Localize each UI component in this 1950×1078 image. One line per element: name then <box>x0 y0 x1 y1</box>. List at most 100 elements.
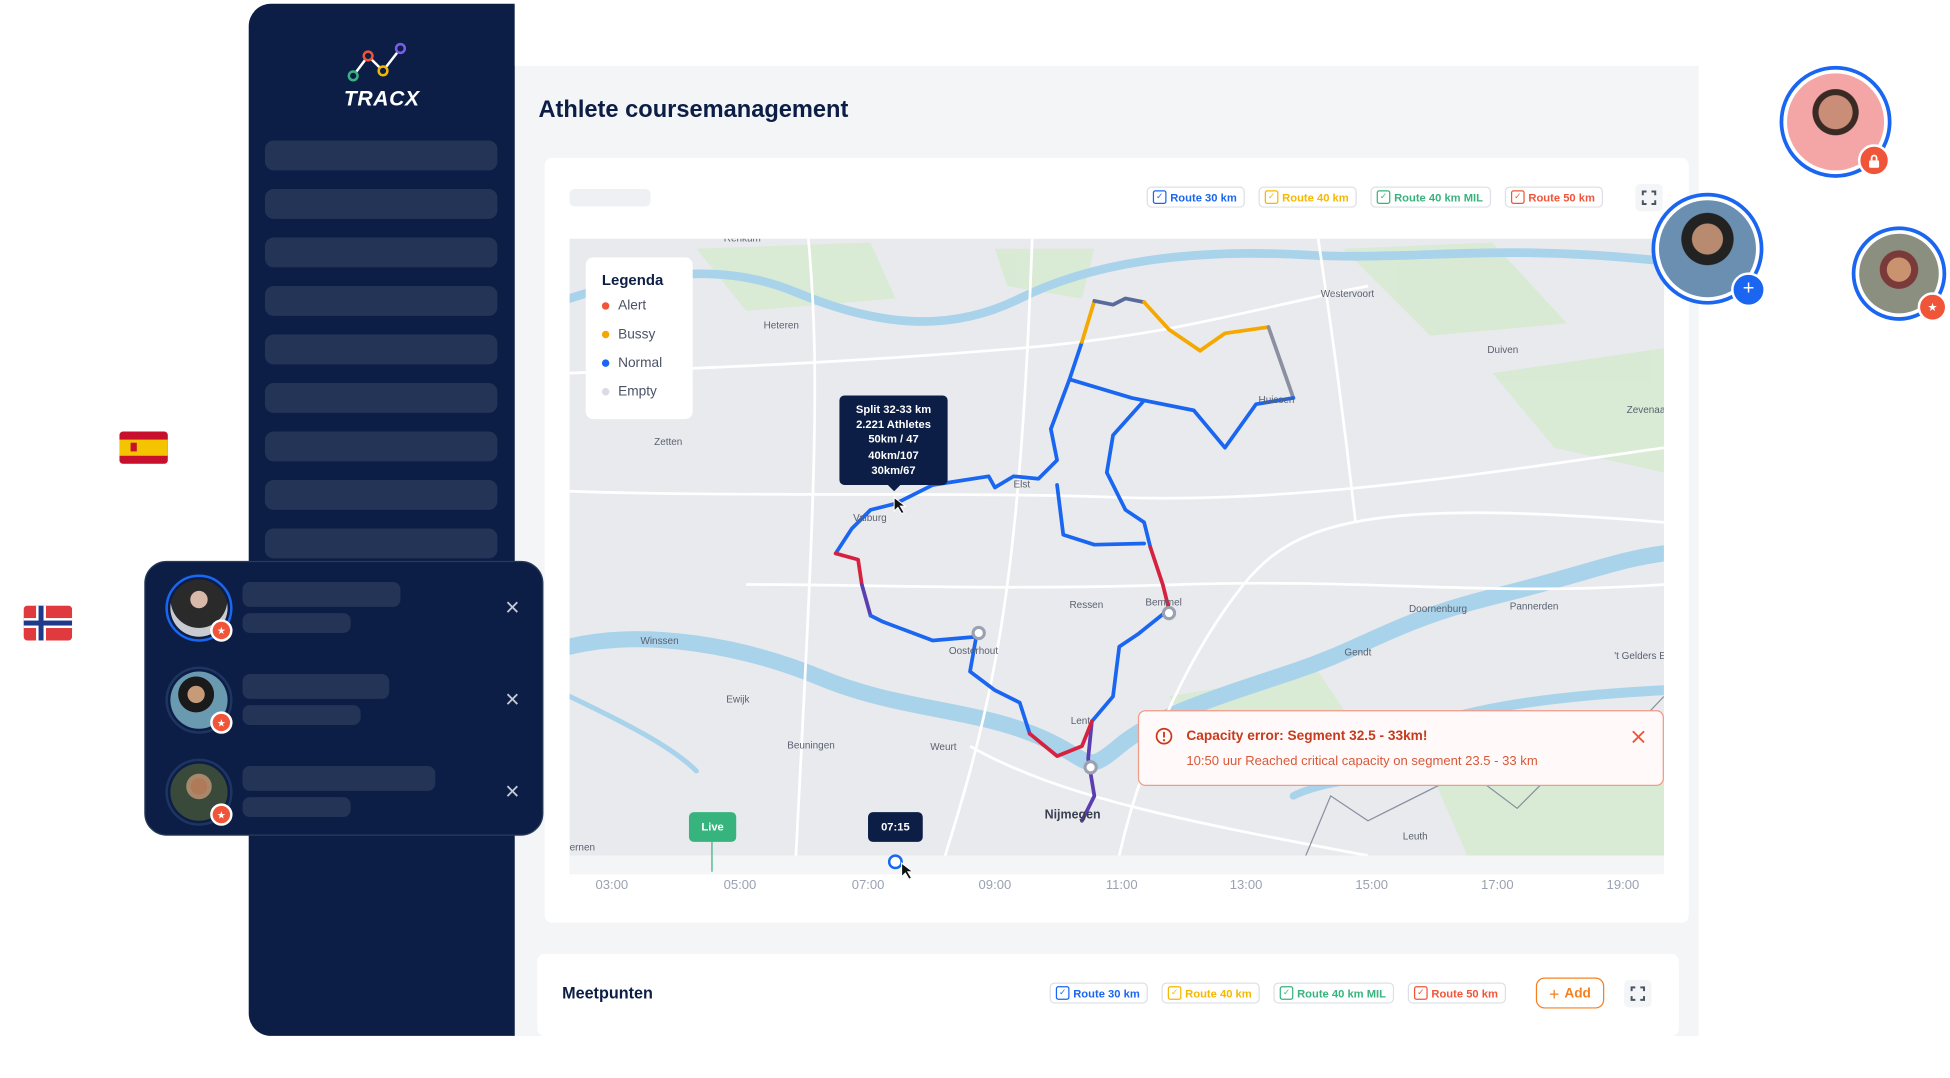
tooltip-line: 50km / 47 <box>868 433 919 446</box>
norway-flag-icon[interactable] <box>23 605 73 641</box>
legend-item: Bussy <box>601 327 655 342</box>
map-place-label: Lent <box>1070 715 1091 727</box>
legend-label: Normal <box>618 355 663 371</box>
fullscreen-button[interactable] <box>1635 184 1663 212</box>
star-icon: ★ <box>1917 292 1948 323</box>
route-filter-chip[interactable]: ✓ Route 30 km <box>1049 982 1148 1004</box>
chip-label: Route 30 km <box>1073 986 1140 1000</box>
fullscreen-button[interactable] <box>1624 979 1652 1008</box>
map-place-label: Zevenaar <box>1626 404 1664 416</box>
plus-icon[interactable]: + <box>1731 272 1766 308</box>
remove-athlete-close-icon[interactable]: × <box>502 596 522 621</box>
checkbox-icon[interactable]: ✓ <box>1152 190 1167 204</box>
route-filter-chip[interactable]: ✓ Route 40 km <box>1161 982 1260 1004</box>
athlete-name-skeleton <box>242 582 401 607</box>
route-filter-chip[interactable]: ✓ Route 40 km MIL <box>1370 186 1491 208</box>
map-place-label: ernen <box>569 841 596 854</box>
map-place-label: Huissen <box>1258 394 1295 406</box>
map-place-label: Nijmegen <box>1044 808 1101 823</box>
checkbox-icon[interactable]: ✓ <box>1055 986 1070 1000</box>
chip-label: Route 40 km <box>1185 986 1252 1000</box>
chip-label: Route 40 km <box>1282 190 1349 204</box>
sidebar-item[interactable] <box>264 431 498 462</box>
athlete-detail-skeleton <box>242 705 361 726</box>
plus-icon: + <box>1549 983 1560 1003</box>
spain-flag-icon[interactable] <box>119 431 168 464</box>
chip-label: Route 40 km MIL <box>1394 190 1484 204</box>
close-icon[interactable] <box>1632 730 1646 744</box>
legend-label: Empty <box>618 384 657 400</box>
map-place-label: Doornenburg <box>1408 603 1468 615</box>
remove-athlete-close-icon[interactable]: × <box>502 688 522 713</box>
map-place-label: Duiven <box>1487 344 1519 356</box>
route-filter-chip[interactable]: ✓ Route 40 km <box>1258 186 1357 208</box>
checkbox-icon[interactable]: ✓ <box>1376 190 1391 204</box>
sidebar-item[interactable] <box>264 286 498 316</box>
checkbox-icon[interactable]: ✓ <box>1510 190 1525 204</box>
timeline-track[interactable] <box>569 855 1664 875</box>
timeline-tick-label: 03:00 <box>595 877 629 893</box>
remove-athlete-close-icon[interactable]: × <box>502 780 522 805</box>
chip-label: Route 40 km MIL <box>1297 986 1387 1000</box>
error-title: Capacity error: Segment 32.5 - 33km! <box>1186 728 1428 744</box>
map-place-label: Westervoort <box>1320 288 1375 300</box>
athlete-list-popup: ★ × ★ × ★ × <box>144 560 544 836</box>
legend-title: Legenda <box>601 271 664 289</box>
checkbox-icon[interactable]: ✓ <box>1167 986 1182 1000</box>
add-button[interactable]: + Add <box>1535 977 1605 1009</box>
map-place-label: Ewijk <box>726 693 750 706</box>
sidebar-item[interactable] <box>264 237 498 268</box>
chip-label: Route 50 km <box>1528 190 1595 204</box>
star-icon: ★ <box>210 803 233 826</box>
legend-dot-icon <box>601 330 610 339</box>
legend-dot-icon <box>601 302 610 310</box>
route-filter-chip[interactable]: ✓ Route 50 km <box>1407 982 1506 1004</box>
sidebar: TRACX <box>248 3 515 1036</box>
timeline-tick-label: 15:00 <box>1355 877 1389 893</box>
timeline-tick-label: 19:00 <box>1606 877 1640 893</box>
sidebar-item[interactable] <box>264 480 498 510</box>
route-filter-chip[interactable]: ✓ Route 30 km <box>1146 186 1245 208</box>
chip-label: Route 30 km <box>1170 190 1237 204</box>
map-place-label: Heteren <box>763 319 799 331</box>
map-place-label: Pannerden <box>1509 600 1559 612</box>
current-time-tag: 07:15 <box>868 812 923 842</box>
card-title-skeleton <box>569 189 651 207</box>
timeline-tick-label: 13:00 <box>1229 877 1263 893</box>
sidebar-item[interactable] <box>264 140 498 171</box>
checkbox-icon[interactable]: ✓ <box>1279 986 1294 1000</box>
capacity-error-alert: Capacity error: Segment 32.5 - 33km! 10:… <box>1137 710 1664 786</box>
athlete-name-skeleton <box>242 766 436 791</box>
checkbox-icon[interactable]: ✓ <box>1264 190 1279 204</box>
map-place-label: Valburg <box>853 512 887 524</box>
map-place-label: Bemmel <box>1145 596 1182 609</box>
tooltip-line: 2.221 Athletes <box>856 418 931 431</box>
tooltip-line: 40km/107 <box>868 448 919 461</box>
legend-item: Empty <box>601 384 657 400</box>
map-place-label: 't Gelders Eil <box>1614 650 1664 662</box>
sidebar-item[interactable] <box>264 189 498 219</box>
logo-text: TRACX <box>343 87 420 111</box>
sidebar-item[interactable] <box>264 528 498 559</box>
legend-item: Alert <box>601 298 647 314</box>
live-marker[interactable]: Live <box>688 812 737 842</box>
legend-dot-icon <box>601 388 610 396</box>
timeline-tick-label: 11:00 <box>1105 877 1138 893</box>
star-icon: ★ <box>210 619 233 642</box>
legend-label: Alert <box>618 298 647 314</box>
tracx-logo-icon <box>347 42 407 82</box>
cursor-icon <box>901 862 913 880</box>
sidebar-item[interactable] <box>264 383 498 413</box>
route-filter-chip[interactable]: ✓ Route 40 km MIL <box>1273 982 1394 1004</box>
legend-item: Normal <box>601 355 663 371</box>
legend-dot-icon <box>601 359 610 367</box>
map-place-label: Gendt <box>1344 646 1372 658</box>
sidebar-item[interactable] <box>264 334 498 365</box>
athlete-detail-skeleton <box>242 613 351 633</box>
map-place-label: Zetten <box>654 436 683 448</box>
map-place-label: Renkum <box>724 239 761 244</box>
live-line <box>711 841 713 872</box>
page-title: Athlete coursemanagement <box>538 97 849 124</box>
checkbox-icon[interactable]: ✓ <box>1413 986 1428 1000</box>
route-filter-chip[interactable]: ✓ Route 50 km <box>1504 186 1603 208</box>
